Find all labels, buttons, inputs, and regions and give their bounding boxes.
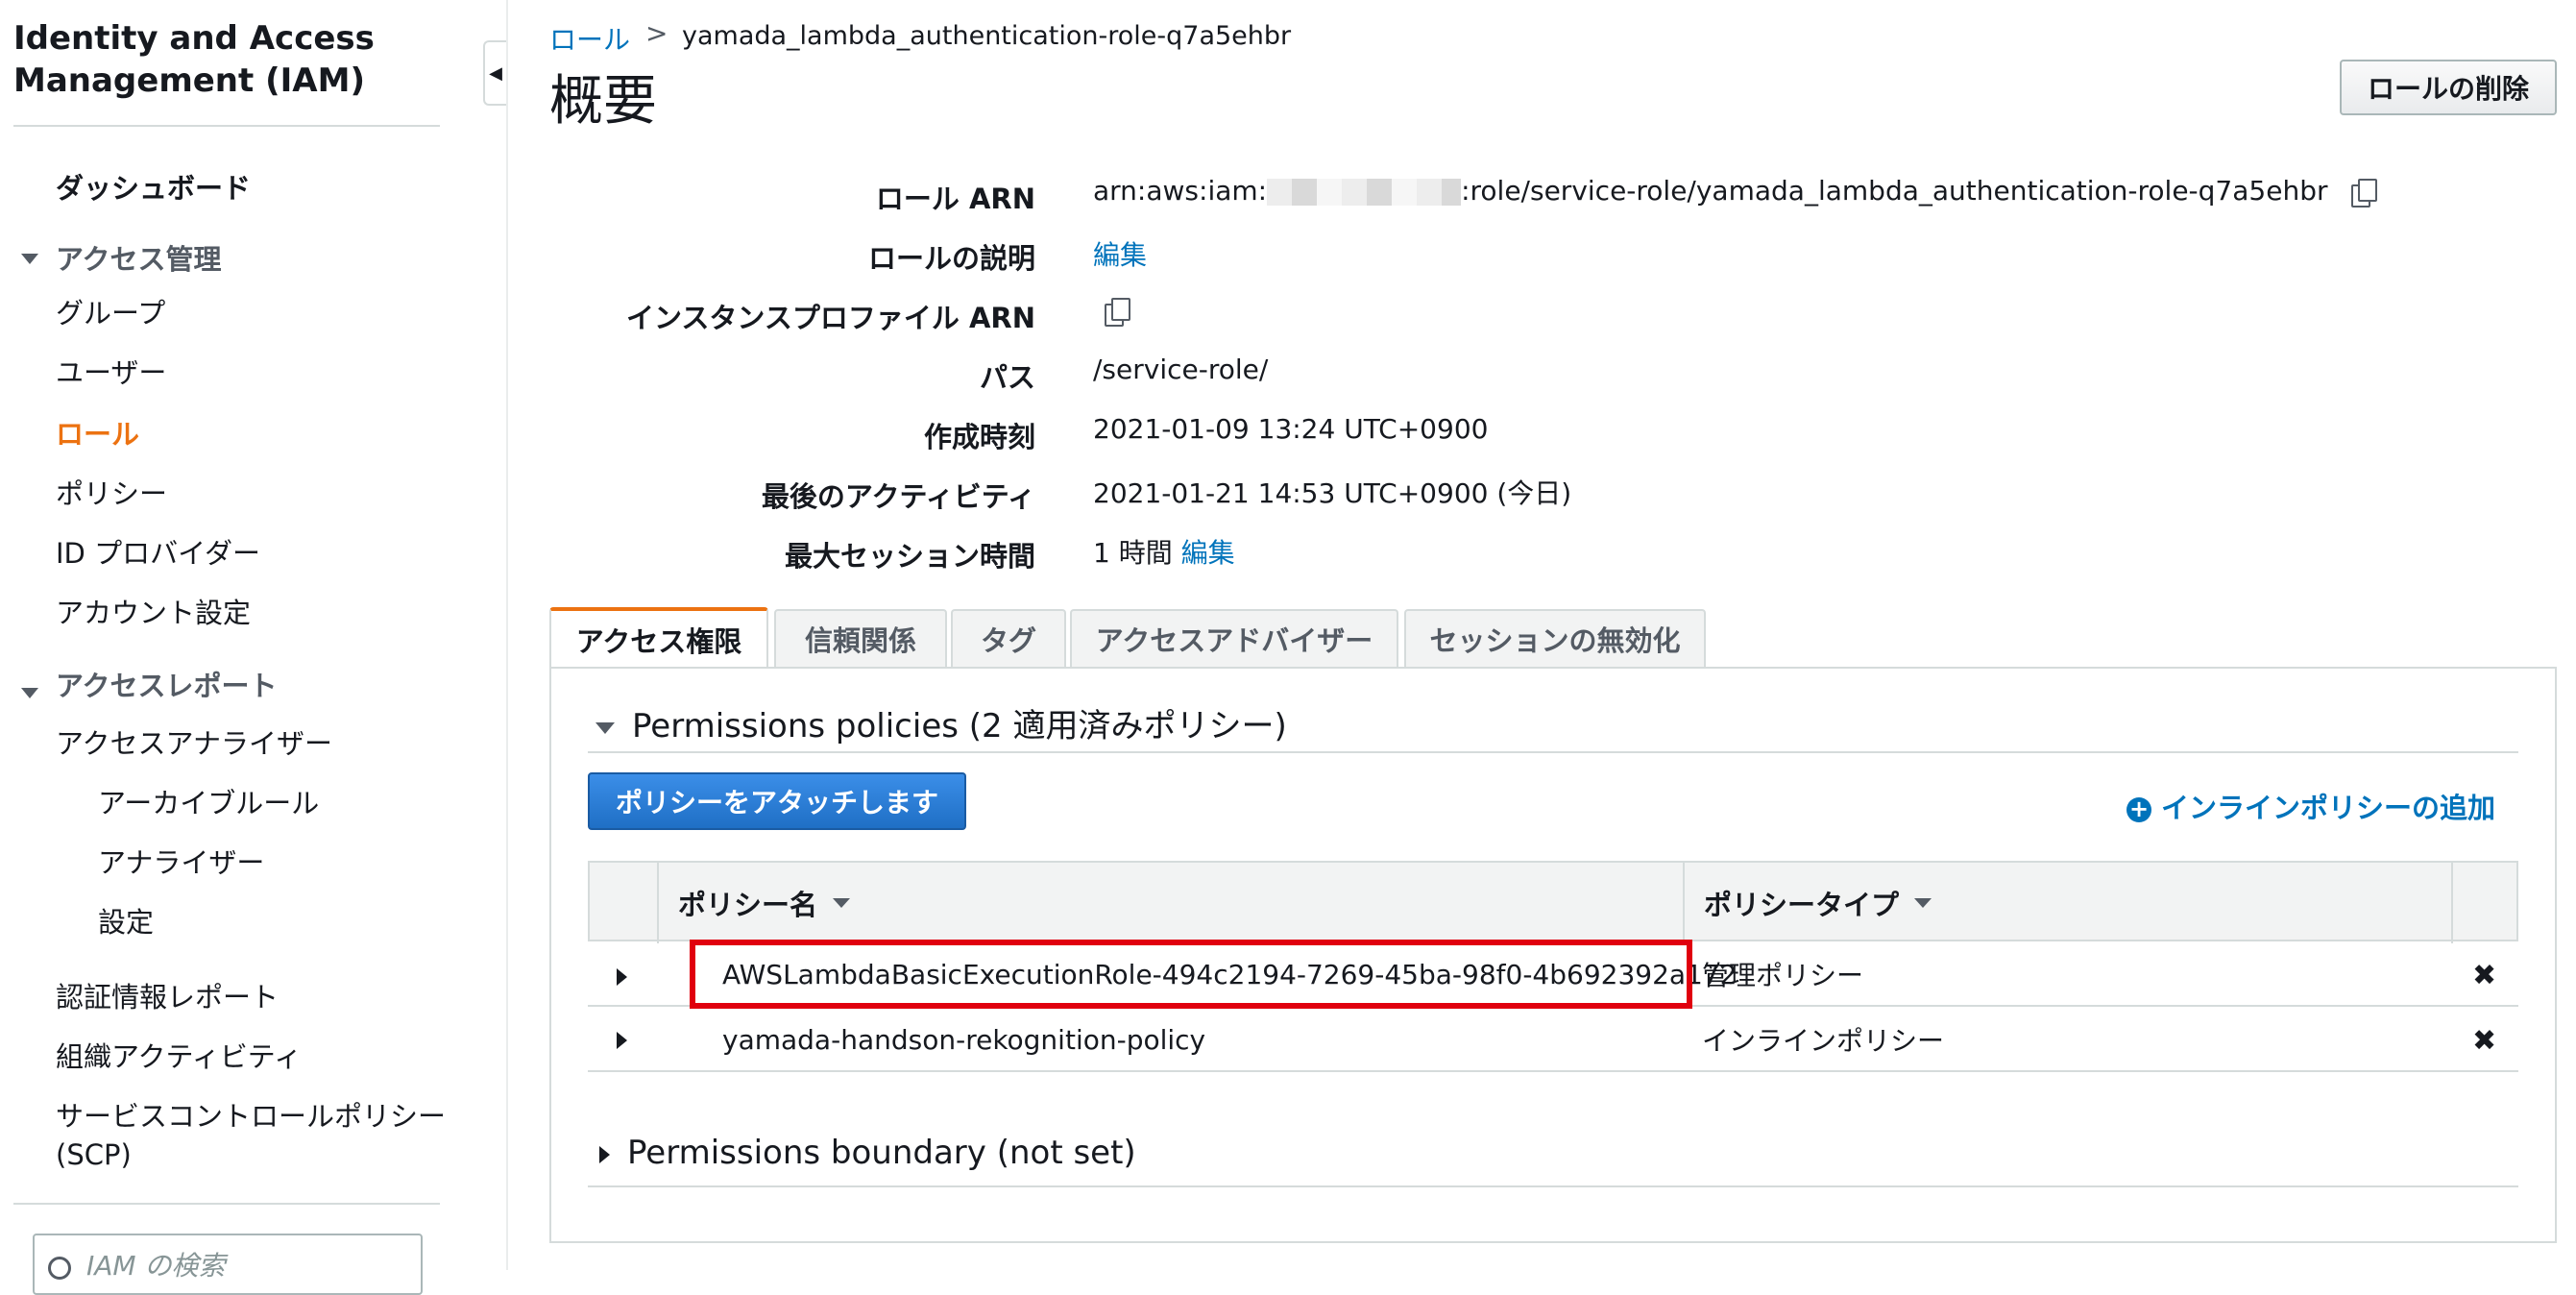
search-icon: [48, 1257, 71, 1280]
sidebar-item-credential-report[interactable]: 認証情報レポート: [56, 978, 279, 1016]
highlight-box: [690, 940, 1692, 1009]
expand-row-icon[interactable]: [617, 968, 627, 986]
max-session-edit-link[interactable]: 編集: [1181, 537, 1235, 569]
role-arn-prefix: arn:aws:iam:: [1093, 175, 1268, 207]
column-divider: [1683, 863, 1685, 943]
chevron-left-icon[interactable]: ◀: [483, 40, 506, 106]
add-inline-policy-label: インラインポリシーの追加: [2161, 792, 2496, 824]
permissions-policies-title: Permissions policies (2 適用済みポリシー): [632, 707, 1287, 745]
sidebar-item-identity-providers[interactable]: ID プロバイダー: [56, 534, 260, 573]
last-activity-label: 最後のアクティビティ: [761, 480, 1035, 513]
search-input[interactable]: [85, 1243, 405, 1287]
sidebar-divider: [13, 125, 440, 127]
plus-circle-icon: +: [2126, 797, 2151, 822]
section-divider: [588, 1185, 2518, 1187]
sidebar-search: [33, 1234, 423, 1295]
close-icon[interactable]: ✖: [2472, 959, 2496, 992]
creation-time-value: 2021-01-09 13:24 UTC+0900: [1093, 413, 1489, 445]
path-label: パス: [979, 361, 1035, 394]
column-header-policy-type[interactable]: ポリシータイプ: [1704, 863, 1932, 943]
sidebar-divider: [13, 1203, 440, 1205]
tab-revoke-sessions[interactable]: セッションの無効化: [1404, 609, 1706, 667]
role-arn-label: ロール ARN: [875, 183, 1035, 215]
tab-permissions[interactable]: アクセス権限: [549, 607, 768, 669]
permissions-boundary-toggle[interactable]: Permissions boundary (not set): [599, 1134, 1136, 1172]
sidebar-group-access-reports[interactable]: アクセスレポート: [56, 667, 278, 705]
policy-type: 管理ポリシー: [1702, 960, 1864, 991]
sidebar-item-access-analyzer[interactable]: アクセスアナライザー: [56, 724, 332, 763]
sidebar-item-organization-activity[interactable]: 組織アクティビティ: [56, 1038, 302, 1076]
instance-profile-arn-value: [1105, 294, 1130, 327]
sort-icon: [833, 898, 851, 908]
page-title: 概要: [549, 70, 657, 133]
column-header-policy-name[interactable]: ポリシー名: [678, 863, 851, 943]
column-divider: [2451, 863, 2453, 943]
caret-down-icon[interactable]: [21, 688, 38, 698]
max-session-value: 1 時間 編集: [1093, 532, 1235, 571]
sidebar-item-archive-rules[interactable]: アーカイブルール: [98, 784, 319, 822]
policy-type: インラインポリシー: [1702, 1025, 1945, 1057]
breadcrumb-roles-link[interactable]: ロール: [549, 19, 630, 58]
sidebar-item-account-settings[interactable]: アカウント設定: [56, 594, 251, 632]
caret-down-icon: [595, 721, 615, 734]
column-divider: [657, 863, 659, 943]
max-session-duration: 1 時間: [1093, 537, 1173, 569]
role-arn-value: arn:aws:iam: :role/service-role/yamada_la…: [1093, 175, 2378, 208]
sidebar: Identity and Access Management (IAM) ダッシ…: [0, 0, 480, 1295]
breadcrumb-current: yamada_lambda_authentication-role-q7a5eh…: [682, 21, 1292, 51]
caret-down-icon[interactable]: [21, 254, 38, 264]
sidebar-item-roles[interactable]: ロール: [56, 415, 139, 453]
sidebar-item-groups[interactable]: グループ: [56, 294, 165, 332]
copy-icon[interactable]: [1105, 298, 1130, 327]
add-inline-policy-link[interactable]: + インラインポリシーの追加: [2126, 786, 2495, 826]
table-header: ポリシー名 ポリシータイプ: [588, 861, 2518, 943]
tab-trust-relationships[interactable]: 信頼関係: [774, 609, 947, 667]
table-row: yamada-handson-rekognition-policy インラインポ…: [588, 1007, 2518, 1072]
sort-icon: [1914, 898, 1932, 908]
sidebar-title: Identity and Access Management (IAM): [13, 19, 375, 100]
permissions-policies-toggle[interactable]: Permissions policies (2 適用済みポリシー): [595, 699, 1287, 746]
sidebar-group-access-management[interactable]: アクセス管理: [56, 240, 222, 279]
sidebar-item-dashboard[interactable]: ダッシュボード: [56, 169, 251, 208]
role-description-label: ロールの説明: [867, 242, 1035, 275]
sidebar-border: [506, 0, 508, 1270]
attach-policies-button[interactable]: ポリシーをアタッチします: [588, 772, 966, 830]
path-value: /service-role/: [1093, 354, 1269, 385]
creation-time-label: 作成時刻: [923, 421, 1035, 453]
caret-right-icon: [599, 1145, 610, 1163]
sidebar-item-users[interactable]: ユーザー: [56, 354, 166, 392]
role-arn-suffix: :role/service-role/yamada_lambda_authent…: [1461, 175, 2328, 207]
sidebar-item-analyzers[interactable]: アナライザー: [98, 843, 264, 882]
tab-tags[interactable]: タグ: [951, 609, 1066, 667]
sidebar-item-scp-line1: サービスコントロールポリシー: [56, 1100, 447, 1133]
max-session-label: 最大セッション時間: [784, 540, 1035, 573]
role-description-edit-link[interactable]: 編集: [1093, 234, 1147, 273]
breadcrumb-separator: >: [645, 17, 668, 49]
close-icon[interactable]: ✖: [2472, 1024, 2496, 1058]
column-header-policy-name-label: ポリシー名: [678, 889, 818, 921]
tab-access-advisor[interactable]: アクセスアドバイザー: [1070, 609, 1398, 667]
copy-icon[interactable]: [2351, 179, 2378, 208]
sidebar-item-scp-line2: (SCP): [56, 1138, 132, 1171]
policy-name[interactable]: yamada-handson-rekognition-policy: [722, 1007, 1205, 1072]
instance-profile-arn-label: インスタンスプロファイル ARN: [626, 302, 1035, 334]
redacted-account-id: [1267, 179, 1462, 206]
sidebar-item-policies[interactable]: ポリシー: [56, 475, 167, 513]
last-activity-value: 2021-01-21 14:53 UTC+0900 (今日): [1093, 477, 1572, 509]
sidebar-item-analyzer-settings[interactable]: 設定: [98, 903, 154, 941]
permissions-boundary-title: Permissions boundary (not set): [627, 1134, 1136, 1172]
sidebar-item-scp[interactable]: サービスコントロールポリシー (SCP): [56, 1097, 446, 1174]
column-header-policy-type-label: ポリシータイプ: [1704, 889, 1900, 921]
section-divider: [588, 751, 2518, 753]
delete-role-button[interactable]: ロールの削除: [2340, 60, 2557, 115]
expand-row-icon[interactable]: [617, 1032, 627, 1049]
